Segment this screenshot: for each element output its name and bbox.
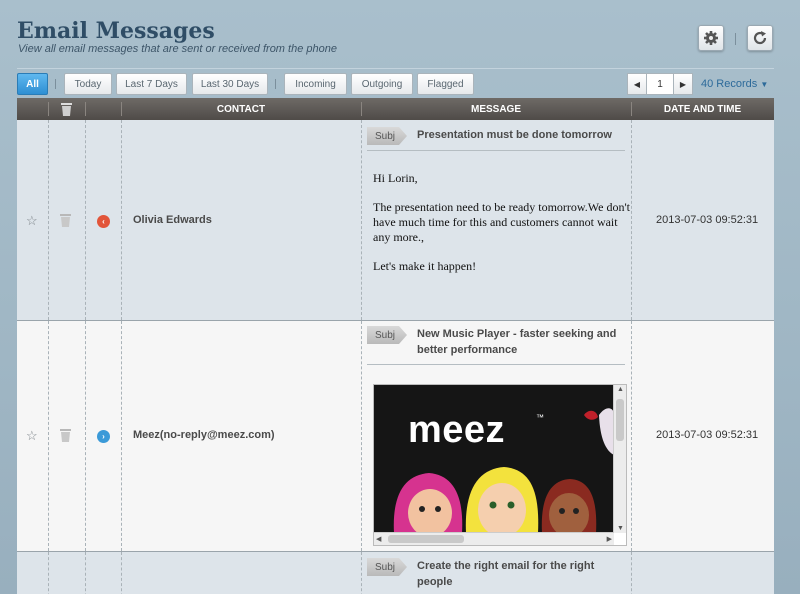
toolbar-separator	[735, 33, 736, 45]
header-contact[interactable]: CONTACT	[121, 98, 361, 120]
subject-text: New Music Player - faster seeking and be…	[417, 328, 617, 356]
pager: ◀ 1 ▶	[627, 73, 693, 95]
column-divider	[121, 321, 122, 551]
subject-line: Subj New Music Player - faster seeking a…	[367, 326, 627, 358]
header-trash-column	[48, 98, 85, 120]
column-divider	[48, 552, 49, 594]
records-dropdown[interactable]: 40 Records ▼	[701, 78, 768, 90]
column-divider	[361, 120, 362, 320]
image-horizontal-scrollbar[interactable]: ◀ ▶	[374, 532, 614, 545]
body-paragraph: Let's make it happen!	[373, 259, 477, 273]
settings-button[interactable]	[698, 25, 724, 51]
star-icon[interactable]: ☆	[26, 213, 38, 229]
message-datetime: 2013-07-03 09:52:31	[656, 214, 759, 226]
filter-today[interactable]: Today	[64, 73, 112, 95]
contact-name: Olivia Edwards	[133, 214, 212, 226]
filter-last-7-days[interactable]: Last 7 Days	[116, 73, 187, 95]
column-divider	[361, 552, 362, 594]
gear-icon	[704, 31, 718, 45]
page-number[interactable]: 1	[647, 73, 673, 95]
subject-line: Subj Create the right email for the righ…	[367, 558, 627, 590]
message-image-frame[interactable]: meez ™ ▲ ▼ ◀ ▶	[373, 384, 627, 546]
subject-divider	[367, 150, 625, 151]
page-subtitle: View all email messages that are sent or…	[18, 43, 337, 55]
filter-separator	[55, 79, 56, 89]
records-count: 40 Records	[701, 78, 758, 90]
trash-icon[interactable]	[60, 429, 71, 442]
chevron-down-icon: ▼	[760, 80, 769, 89]
subject-tag: Subj	[367, 326, 407, 344]
header-separator	[85, 102, 86, 116]
body-paragraph: The presentation need to be ready tomorr…	[373, 200, 630, 244]
column-divider	[48, 120, 49, 320]
header-datetime[interactable]: DATE AND TIME	[631, 98, 774, 120]
subject-tag: Subj	[367, 127, 407, 145]
table-row[interactable]: ☆ ‹ Olivia Edwards Subj Presentation mus…	[17, 120, 774, 321]
subject-text: Presentation must be done tomorrow	[417, 129, 612, 141]
table-row[interactable]: ☆ › Meez(no-reply@meez.com) Subj New Mus…	[17, 321, 774, 552]
contact-name: Meez(no-reply@meez.com)	[133, 429, 275, 441]
scroll-up-arrow[interactable]: ▲	[617, 386, 624, 393]
column-divider	[85, 120, 86, 320]
image-vertical-scrollbar[interactable]: ▲ ▼	[613, 385, 626, 533]
column-divider	[121, 120, 122, 320]
scroll-right-arrow[interactable]: ▶	[607, 535, 612, 543]
column-divider	[361, 321, 362, 551]
scroll-thumb[interactable]	[388, 535, 464, 543]
column-divider	[85, 321, 86, 551]
header-message[interactable]: MESSAGE	[361, 98, 631, 120]
column-divider	[631, 321, 632, 551]
scroll-thumb[interactable]	[616, 399, 624, 441]
table-row[interactable]: Subj Create the right email for the righ…	[17, 552, 774, 594]
filter-all[interactable]: All	[17, 73, 48, 95]
filter-separator	[275, 79, 276, 89]
message-image: meez ™	[374, 385, 614, 533]
header-divider	[17, 68, 774, 69]
body-paragraph: Hi Lorin,	[373, 171, 418, 185]
filter-outgoing[interactable]: Outgoing	[351, 73, 413, 95]
table-header: CONTACT MESSAGE DATE AND TIME	[17, 98, 774, 120]
incoming-arrow-icon: ‹	[97, 215, 110, 228]
scroll-down-arrow[interactable]: ▼	[617, 525, 624, 532]
refresh-icon	[753, 31, 767, 45]
filter-flagged[interactable]: Flagged	[417, 73, 474, 95]
column-divider	[85, 552, 86, 594]
column-divider	[48, 321, 49, 551]
trash-icon[interactable]	[60, 214, 71, 227]
filter-incoming[interactable]: Incoming	[284, 73, 347, 95]
outgoing-arrow-icon: ›	[97, 430, 110, 443]
page-title: Email Messages	[17, 18, 215, 44]
subject-divider	[367, 364, 625, 365]
filter-last-30-days[interactable]: Last 30 Days	[192, 73, 268, 95]
subject-line: Subj Presentation must be done tomorrow	[367, 127, 627, 145]
prev-page-button[interactable]: ◀	[627, 73, 647, 95]
trash-icon	[61, 102, 72, 116]
next-page-button[interactable]: ▶	[673, 73, 693, 95]
subject-text: Create the right email for the right peo…	[417, 560, 595, 588]
star-icon[interactable]: ☆	[26, 428, 38, 444]
refresh-button[interactable]	[747, 25, 773, 51]
email-table: CONTACT MESSAGE DATE AND TIME ☆ ‹ Olivia…	[17, 98, 774, 594]
message-datetime: 2013-07-03 09:52:31	[656, 429, 759, 441]
scroll-left-arrow[interactable]: ◀	[376, 535, 381, 543]
column-divider	[631, 120, 632, 320]
avatar-characters-illustration	[393, 408, 614, 533]
column-divider	[631, 552, 632, 594]
column-divider	[121, 552, 122, 594]
message-body: Hi Lorin, The presentation need to be re…	[373, 171, 631, 288]
subject-tag: Subj	[367, 558, 407, 576]
